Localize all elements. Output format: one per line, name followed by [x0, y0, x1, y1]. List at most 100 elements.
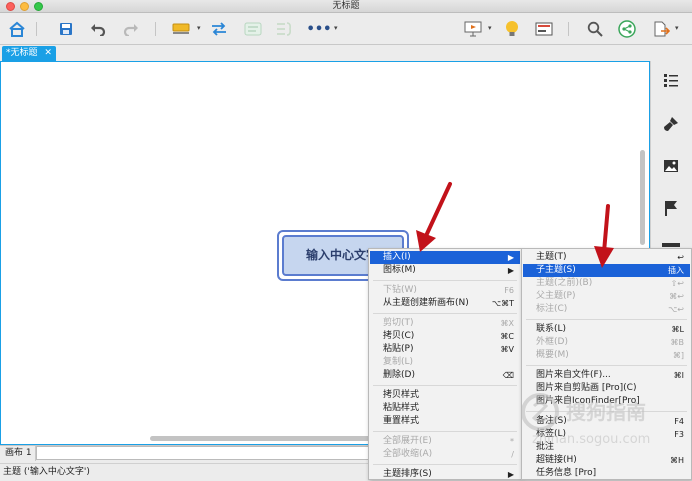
- menu-separator: [373, 464, 517, 465]
- submenu-item-shortcut: ⌘H: [669, 456, 684, 465]
- watermark-text: 搜狗指南: [566, 400, 646, 424]
- context-menu-item-label: 拷贝样式: [383, 390, 420, 400]
- context-menu-item-shortcut: ⌘V: [500, 345, 514, 354]
- context-menu-item: 剪切(T) ⌘X: [370, 317, 520, 330]
- context-menu-item[interactable]: 重置样式: [370, 415, 520, 428]
- context-menu-item[interactable]: 拷贝(C) ⌘C: [370, 330, 520, 343]
- annotation-arrow: [594, 204, 614, 268]
- context-menu-item-label: 从主题创建新画布(N): [383, 298, 469, 308]
- zoom-window-button[interactable]: [34, 2, 43, 11]
- menu-separator: [373, 313, 517, 314]
- context-menu-item[interactable]: 拷贝样式: [370, 389, 520, 402]
- submenu-item: 标注(C) ⌥↩: [523, 303, 690, 316]
- title-bar: 无标题: [0, 0, 692, 13]
- submenu-item-shortcut: ⌘B: [670, 338, 685, 347]
- menu-separator: [373, 431, 517, 432]
- close-window-button[interactable]: [6, 2, 15, 11]
- chevron-down-icon[interactable]: ▾: [197, 24, 201, 32]
- menu-separator: [526, 319, 687, 320]
- context-menu-item[interactable]: 主题排序(S) ▶: [370, 468, 520, 481]
- submenu-item-label: 主题(T): [536, 252, 567, 262]
- sheet-area: [36, 446, 376, 460]
- context-menu-item-label: 主题排序(S): [383, 469, 432, 479]
- format-brush-icon[interactable]: [662, 115, 680, 133]
- submenu-item-label: 概要(M): [536, 350, 569, 360]
- submenu-item-shortcut: ⌘↩: [669, 292, 684, 301]
- submenu-item-label: 图片来自文件(F)...: [536, 370, 611, 380]
- submenu-item-label: 主题(之前)(B): [536, 278, 593, 288]
- submenu-item: 外框(D) ⌘B: [523, 336, 690, 349]
- submenu-item[interactable]: 图片来自文件(F)... ⌘I: [523, 369, 690, 382]
- context-menu-item-shortcut: F6: [504, 286, 514, 295]
- submenu-item-shortcut: ⌘]: [672, 351, 684, 360]
- presentation-icon[interactable]: [462, 18, 484, 40]
- context-menu-item-label: 删除(D): [383, 370, 415, 380]
- context-menu-item[interactable]: 粘贴(P) ⌘V: [370, 343, 520, 356]
- annotation-arrow: [416, 182, 452, 252]
- image-icon[interactable]: [662, 157, 680, 175]
- flag-icon[interactable]: [662, 199, 680, 217]
- relationship-icon[interactable]: [208, 18, 230, 40]
- submenu-item[interactable]: 联系(L) ⌘L: [523, 323, 690, 336]
- tab-untitled[interactable]: *无标题 ✕: [2, 46, 56, 61]
- context-menu-item-label: 全部收缩(A): [383, 449, 433, 459]
- outline-list-icon[interactable]: [662, 71, 680, 89]
- topic-style-icon[interactable]: [170, 18, 192, 40]
- submenu-item-label: 标注(C): [536, 304, 568, 314]
- menu-separator: [526, 365, 687, 366]
- context-menu: 插入(I) ▶ 图标(M) ▶ 下钻(W) F6 从主题创建新画布(N) ⌥⌘T 剪切(T) ⌘X…: [368, 248, 522, 480]
- context-menu-item-label: 下钻(W): [383, 285, 417, 295]
- submenu-item-shortcut: ⌥↩: [668, 305, 684, 314]
- submenu-item-shortcut: ⌘I: [673, 371, 684, 380]
- context-menu-item: 全部展开(E) *: [370, 435, 520, 448]
- chevron-down-icon[interactable]: ▾: [675, 24, 679, 32]
- vertical-scrollbar[interactable]: [640, 150, 645, 245]
- submenu-item-label: 外框(D): [536, 337, 568, 347]
- menu-separator: [373, 385, 517, 386]
- watermark-url: zhinan.sogou.com: [532, 432, 651, 447]
- redo-icon[interactable]: [120, 18, 142, 40]
- context-menu-item-shortcut: ▶: [507, 266, 514, 275]
- share-icon[interactable]: [616, 18, 638, 40]
- context-menu-item-label: 拷贝(C): [383, 331, 415, 341]
- submenu-item-shortcut: ⇧↩: [670, 279, 684, 288]
- submenu-item-label: 任务信息 [Pro]: [536, 468, 597, 478]
- chevron-down-icon[interactable]: ▾: [488, 24, 492, 32]
- tab-close-icon[interactable]: ✕: [44, 48, 52, 58]
- submenu-item-shortcut: 插入: [668, 266, 684, 275]
- boundary-icon[interactable]: [242, 18, 264, 40]
- horizontal-scrollbar[interactable]: [150, 436, 380, 441]
- panel-item-icon[interactable]: [662, 243, 680, 247]
- submenu-item-label: 超链接(H): [536, 455, 577, 465]
- minimize-window-button[interactable]: [20, 2, 29, 11]
- chevron-down-icon[interactable]: ▾: [334, 24, 338, 32]
- search-icon[interactable]: [584, 18, 606, 40]
- idea-bulb-icon[interactable]: [501, 18, 523, 40]
- menu-separator: [373, 280, 517, 281]
- save-icon[interactable]: [55, 18, 77, 40]
- submenu-item: 父主题(P) ⌘↩: [523, 290, 690, 303]
- context-menu-item: 全部收缩(A) /: [370, 448, 520, 461]
- submenu-item[interactable]: 任务信息 [Pro]: [523, 467, 690, 480]
- undo-icon[interactable]: [87, 18, 109, 40]
- toolbar-separator: [36, 22, 37, 36]
- context-menu-item[interactable]: 从主题创建新画布(N) ⌥⌘T: [370, 297, 520, 310]
- context-menu-item[interactable]: 图标(M) ▶: [370, 264, 520, 277]
- more-icon[interactable]: •••: [307, 18, 332, 40]
- export-icon[interactable]: [650, 18, 672, 40]
- submenu-item-shortcut: ⌘L: [671, 325, 684, 334]
- submenu-item-label: 子主题(S): [536, 265, 576, 275]
- summary-icon[interactable]: [273, 18, 295, 40]
- context-menu-item-shortcut: /: [511, 450, 514, 459]
- context-menu-item[interactable]: 删除(D) ⌫: [370, 369, 520, 382]
- submenu-item[interactable]: 超链接(H) ⌘H: [523, 454, 690, 467]
- submenu-item-label: 联系(L): [536, 324, 567, 334]
- context-menu-item[interactable]: 粘贴样式: [370, 402, 520, 415]
- context-menu-item: 复制(L): [370, 356, 520, 369]
- outline-view-icon[interactable]: [533, 18, 555, 40]
- context-menu-item-label: 插入(I): [383, 252, 411, 262]
- home-icon[interactable]: [6, 18, 28, 40]
- sheet-tab[interactable]: 画布 1: [2, 446, 36, 461]
- context-menu-item-label: 粘贴样式: [383, 403, 420, 413]
- toolbar-separator: [155, 22, 156, 36]
